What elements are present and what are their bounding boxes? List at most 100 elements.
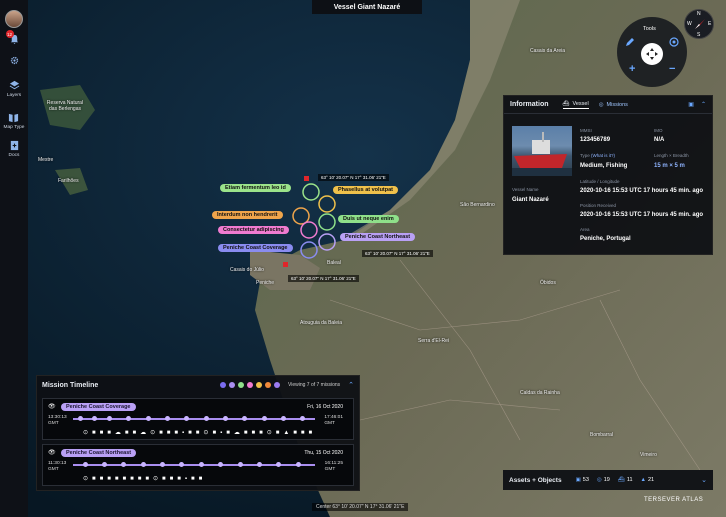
target-icon: ◎	[598, 101, 604, 108]
place-label: São Bernardino	[460, 202, 495, 208]
mission-name[interactable]: Peniche Coast Coverage	[61, 403, 136, 411]
docs-label: Docs	[8, 153, 20, 158]
chevron-down-icon[interactable]: ⌄	[701, 476, 707, 484]
compass-needle-icon	[695, 19, 705, 29]
compass-north: N	[697, 11, 701, 17]
viewing-count: Viewing 7 of 7 missions	[287, 382, 341, 388]
aoi-label-duis[interactable]: Duis ut neque enim	[338, 215, 399, 223]
mission-dot[interactable]	[246, 382, 253, 388]
type-help-link[interactable]: (What is it?)	[591, 153, 615, 158]
aoi-label-phasellus[interactable]: Phasellus at volutpat	[333, 186, 399, 194]
start-time: 13:30:13	[48, 415, 67, 420]
center-coordinate: Center 63° 10' 20.07" N 17° 31.06' 21"E	[312, 503, 409, 511]
place-label: Bombarral	[590, 432, 614, 438]
end-time: 16:11:25	[324, 461, 343, 466]
compass-south: S	[697, 32, 701, 38]
start-tz: GMT	[48, 421, 59, 426]
window-title: Vessel Giant Nazaré	[312, 0, 422, 14]
pencil-icon[interactable]	[625, 37, 635, 47]
place-label: Casais da Areia	[530, 48, 566, 54]
tab-vessel[interactable]: ⛴ Vessel	[562, 101, 589, 109]
eye-icon[interactable]: 👁	[48, 449, 56, 456]
user-count-value: 21	[648, 477, 655, 483]
target-icon: ◎	[596, 477, 602, 483]
map-type-button[interactable]: Map Type	[3, 112, 25, 130]
target-count[interactable]: ◎ 19	[597, 477, 610, 483]
pan-control[interactable]	[641, 43, 663, 65]
mission-dot[interactable]	[273, 382, 280, 388]
chevron-up-icon[interactable]: ⌃	[348, 381, 354, 389]
type-label: Type (What is it?)	[580, 153, 615, 158]
image-count[interactable]: ▣ 53	[576, 477, 589, 483]
tools-label: Tools	[643, 26, 656, 32]
mission-dot[interactable]	[255, 382, 262, 388]
layers-icon	[9, 80, 19, 90]
vessel-photo	[512, 126, 572, 176]
image-count-value: 53	[582, 477, 589, 483]
mission-track[interactable]	[73, 462, 315, 467]
aoi-label-consectetur[interactable]: Consectetur adipiscing	[218, 226, 289, 234]
export-icon[interactable]: ▣	[688, 101, 694, 108]
aoi-label-interdum[interactable]: Interdum non hendrerit	[212, 211, 283, 219]
book-map-icon	[9, 113, 19, 123]
target-count-value: 19	[603, 477, 610, 483]
compass-east: E	[708, 21, 712, 27]
mission-dot[interactable]	[228, 382, 235, 388]
mission-row[interactable]: 👁 Peniche Coast Coverage Fri, 16 Oct 202…	[42, 398, 354, 440]
mission-row[interactable]: 👁 Peniche Coast Northeast Thu, 15 Oct 20…	[42, 444, 354, 486]
length-value: 15 m × 5 m	[654, 163, 685, 169]
place-label: Serra d'El-Rei	[418, 338, 449, 344]
aoi-label-etiam[interactable]: Etiam fermentum leo id	[220, 184, 291, 192]
compass-west: W	[687, 21, 692, 27]
information-title: Information	[510, 101, 549, 108]
zoom-out-icon[interactable]: −	[669, 63, 675, 75]
user-count[interactable]: ▲ 21	[641, 477, 655, 483]
aoi-label-peniche-coverage[interactable]: Peniche Coast Coverage	[218, 244, 293, 252]
mission-color-dots	[219, 382, 280, 388]
latlon-value: 2020-10-16 15:53 UTC 17 hours 45 min. ag…	[580, 188, 704, 194]
end-tz: GMT	[324, 421, 335, 426]
mission-dot[interactable]	[237, 382, 244, 388]
tab-missions[interactable]: ◎ Missions	[599, 102, 628, 108]
mission-dot[interactable]	[219, 382, 226, 388]
mmsi-value: 123456789	[580, 137, 611, 143]
map-type-label: Map Type	[3, 125, 25, 130]
mmsi-label: MMSI	[580, 128, 592, 133]
area-value: Peniche, Portugal	[580, 236, 631, 242]
mission-date: Thu, 15 Oct 2020	[304, 450, 343, 456]
assets-title: Assets + Objects	[509, 476, 562, 484]
place-label: Casais do Júlio	[230, 267, 264, 273]
position-label: Position Received	[580, 203, 617, 208]
mission-dot[interactable]	[264, 382, 271, 388]
place-label: Mestre	[38, 157, 54, 163]
coordinate-tag: 63° 10' 20.07" N 17° 31.06' 21"E	[318, 174, 389, 181]
assets-objects-bar[interactable]: Assets + Objects ▣ 53 ◎ 19 ⛴ 11 ▲ 21 ⌄	[503, 470, 713, 490]
notifications-button[interactable]: 12	[5, 30, 20, 45]
image-icon: ▣	[575, 477, 581, 483]
eye-icon[interactable]: 👁	[48, 403, 56, 410]
docs-button[interactable]: Docs	[9, 140, 20, 158]
place-label: Vimeiro	[640, 452, 657, 458]
imo-label: IMO	[654, 128, 663, 133]
sidebar: 12 Layers Map Type Docs	[0, 0, 28, 517]
capture-icons: ⊙■■■■■■■■⊙■■■▪■■	[83, 476, 207, 482]
compass[interactable]: N S E W	[684, 9, 714, 39]
mission-name[interactable]: Peniche Coast Northeast	[61, 449, 137, 457]
type-value: Medium, Fishing	[580, 163, 628, 169]
mission-track[interactable]	[73, 416, 315, 421]
aoi-label-peniche-northeast[interactable]: Peniche Coast Northeast	[340, 233, 416, 241]
end-tz: GMT	[324, 467, 336, 472]
target-icon[interactable]	[669, 37, 679, 47]
layers-button[interactable]: Layers	[7, 80, 21, 98]
start-time: 11:30:13	[48, 461, 67, 466]
avatar[interactable]	[5, 10, 23, 28]
ship-count[interactable]: ⛴ 11	[618, 477, 633, 483]
place-label: Farilhões	[58, 178, 79, 184]
settings-button[interactable]	[9, 55, 20, 66]
zoom-in-icon[interactable]: +	[629, 63, 635, 75]
gear-icon	[10, 56, 18, 65]
mission-end: 16:11:25 GMT	[325, 461, 343, 473]
place-label: Reserva Natural das Berlengas	[46, 100, 84, 112]
tab-missions-label: Missions	[606, 101, 628, 108]
chevron-up-icon[interactable]: ⌃	[701, 101, 706, 108]
